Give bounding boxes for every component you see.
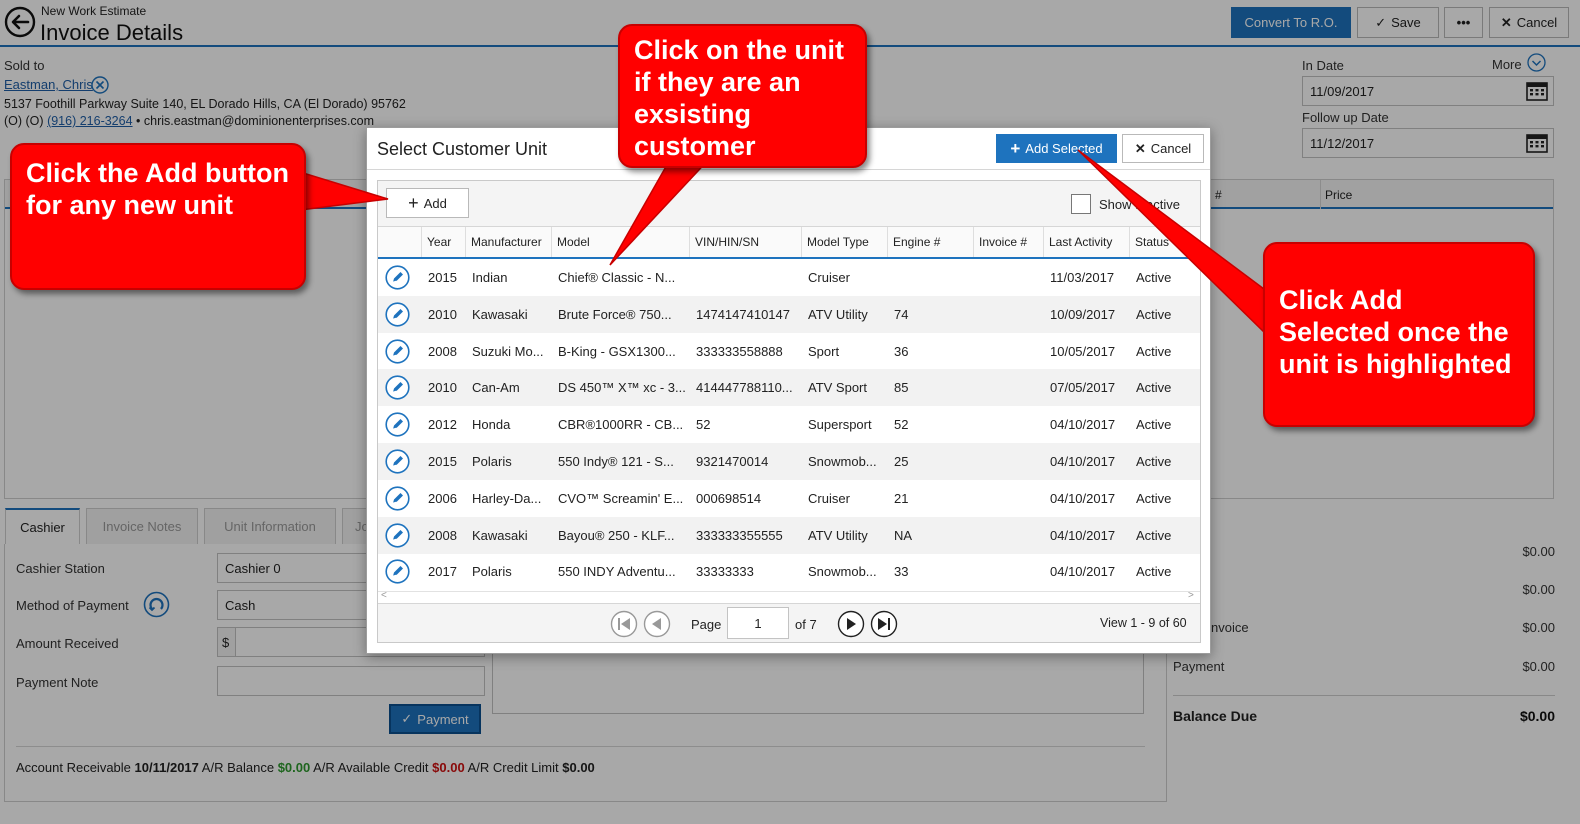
invoice-details-page: New Work Estimate Invoice Details Conver… [0, 0, 1580, 824]
add-selected-callout: Click Add Selected once the unit is high… [1263, 242, 1535, 427]
add-button-callout-text: Click the Add button for any new unit [26, 158, 289, 220]
add-button-callout: Click the Add button for any new unit [10, 143, 306, 290]
existing-unit-callout-text: Click on the unit if they are an exsisti… [634, 35, 845, 161]
add-selected-tip-pointer [1077, 149, 1269, 338]
existing-unit-tip-pointer [609, 155, 714, 266]
existing-unit-callout: Click on the unit if they are an exsisti… [618, 24, 867, 168]
add-tip-pointer [299, 170, 389, 211]
add-selected-callout-text: Click Add Selected once the unit is high… [1279, 285, 1512, 379]
